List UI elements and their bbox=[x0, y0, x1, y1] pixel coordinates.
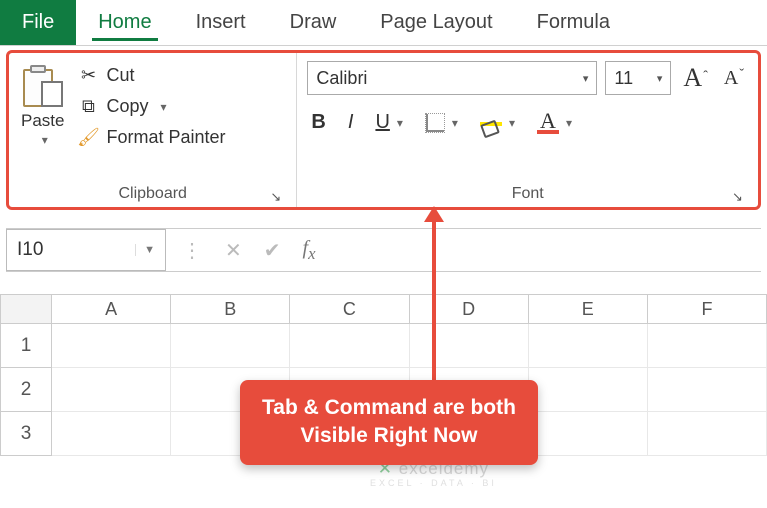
ribbon-highlight: Paste ▾ ✂ Cut ⧉ Copy ▾ 🖌 Format Painter bbox=[6, 50, 761, 210]
row-header[interactable]: 3 bbox=[0, 412, 52, 456]
column-header[interactable]: C bbox=[290, 294, 409, 324]
cell[interactable] bbox=[529, 412, 648, 456]
group-label: Clipboard bbox=[118, 185, 186, 203]
tab-home[interactable]: Home bbox=[76, 0, 173, 45]
scissors-icon: ✂ bbox=[78, 65, 98, 86]
name-box-value: I10 bbox=[17, 239, 43, 261]
cell[interactable] bbox=[52, 368, 171, 412]
row-header[interactable]: 2 bbox=[0, 368, 52, 412]
row-header[interactable]: 1 bbox=[0, 324, 52, 368]
insert-function-button[interactable]: fx bbox=[303, 237, 316, 264]
dialog-launcher-icon[interactable]: ↘ bbox=[270, 189, 286, 205]
letter-a-icon: A bbox=[724, 67, 738, 90]
annotation-callout: Tab & Command are both Visible Right Now bbox=[240, 380, 538, 465]
callout-line: Visible Right Now bbox=[262, 422, 516, 450]
drag-handle-icon: ⋮ bbox=[182, 238, 203, 263]
caret-up-icon: ˆ bbox=[703, 69, 708, 85]
ribbon-tabs: File Home Insert Draw Page Layout Formul… bbox=[0, 0, 767, 46]
borders-button[interactable]: ▾ bbox=[421, 111, 462, 135]
group-font: Calibri ▾ 11 ▾ Aˆ Aˇ B I U ▾ bbox=[296, 53, 758, 207]
watermark-sub: EXCEL · DATA · BI bbox=[370, 479, 497, 489]
fill-color-button[interactable]: ▾ bbox=[476, 114, 519, 132]
chevron-down-icon: ▾ bbox=[562, 116, 572, 130]
tab-draw[interactable]: Draw bbox=[268, 0, 359, 45]
copy-label: Copy bbox=[106, 96, 148, 117]
chevron-down-icon: ▾ bbox=[393, 116, 403, 130]
copy-button[interactable]: ⧉ Copy ▾ bbox=[78, 96, 225, 117]
font-size-value: 11 bbox=[614, 68, 633, 89]
italic-icon: I bbox=[348, 111, 354, 134]
cell[interactable] bbox=[529, 324, 648, 368]
callout-line: Tab & Command are both bbox=[262, 394, 516, 422]
select-all-corner[interactable] bbox=[0, 294, 52, 324]
font-color-button[interactable]: A ▾ bbox=[533, 110, 576, 136]
cut-button[interactable]: ✂ Cut bbox=[78, 65, 225, 86]
cell[interactable] bbox=[648, 368, 767, 412]
column-header[interactable]: B bbox=[171, 294, 290, 324]
chevron-down-icon: ▾ bbox=[448, 116, 458, 130]
column-header[interactable]: A bbox=[52, 294, 171, 324]
paste-icon bbox=[23, 65, 63, 109]
decrease-font-button[interactable]: Aˇ bbox=[720, 67, 748, 90]
cell[interactable] bbox=[648, 324, 767, 368]
annotation-arrow bbox=[432, 208, 436, 384]
tab-formula[interactable]: Formula bbox=[515, 0, 632, 45]
chevron-down-icon: ▾ bbox=[38, 133, 48, 147]
underline-button[interactable]: U ▾ bbox=[371, 109, 406, 136]
tab-insert[interactable]: Insert bbox=[174, 0, 268, 45]
bold-button[interactable]: B bbox=[307, 109, 329, 136]
cell[interactable] bbox=[648, 412, 767, 456]
border-icon bbox=[425, 113, 445, 133]
group-clipboard: Paste ▾ ✂ Cut ⧉ Copy ▾ 🖌 Format Painter bbox=[9, 53, 296, 207]
caret-down-icon: ˇ bbox=[739, 67, 744, 83]
format-painter-label: Format Painter bbox=[106, 127, 225, 148]
letter-a-icon: A bbox=[683, 63, 702, 93]
font-name-value: Calibri bbox=[316, 68, 367, 89]
column-header[interactable]: E bbox=[529, 294, 648, 324]
chevron-down-icon: ▾ bbox=[575, 72, 589, 85]
font-color-icon: A bbox=[537, 112, 559, 134]
formula-bar: I10 ▼ ⋮ ✕ ✔ fx bbox=[6, 228, 761, 272]
paintbrush-icon: 🖌 bbox=[78, 127, 98, 148]
bucket-icon bbox=[480, 120, 502, 126]
cell[interactable] bbox=[171, 324, 290, 368]
font-name-combo[interactable]: Calibri ▾ bbox=[307, 61, 597, 95]
paste-button[interactable]: Paste ▾ bbox=[19, 61, 66, 151]
bold-icon: B bbox=[311, 111, 325, 134]
chevron-down-icon: ▾ bbox=[157, 100, 167, 114]
group-label: Font bbox=[512, 185, 544, 203]
format-painter-button[interactable]: 🖌 Format Painter bbox=[78, 127, 225, 148]
copy-icon: ⧉ bbox=[78, 96, 98, 117]
tab-file[interactable]: File bbox=[0, 0, 76, 45]
column-header[interactable]: D bbox=[410, 294, 529, 324]
name-box[interactable]: I10 ▼ bbox=[6, 229, 166, 271]
font-size-combo[interactable]: 11 ▾ bbox=[605, 61, 671, 95]
increase-font-button[interactable]: Aˆ bbox=[679, 63, 711, 93]
cell[interactable] bbox=[410, 324, 529, 368]
column-header[interactable]: F bbox=[648, 294, 767, 324]
chevron-down-icon: ▾ bbox=[505, 116, 515, 130]
dialog-launcher-icon[interactable]: ↘ bbox=[732, 189, 748, 205]
cell[interactable] bbox=[52, 412, 171, 456]
cell[interactable] bbox=[52, 324, 171, 368]
accept-formula-icon[interactable]: ✔ bbox=[264, 238, 281, 263]
chevron-down-icon: ▾ bbox=[649, 72, 663, 85]
cut-label: Cut bbox=[106, 65, 134, 86]
cell[interactable] bbox=[529, 368, 648, 412]
tab-page-layout[interactable]: Page Layout bbox=[358, 0, 514, 45]
underline-icon: U bbox=[375, 111, 389, 134]
paste-label: Paste bbox=[21, 111, 64, 131]
chevron-down-icon: ▼ bbox=[135, 244, 155, 256]
italic-button[interactable]: I bbox=[344, 109, 358, 136]
cancel-formula-icon[interactable]: ✕ bbox=[225, 238, 242, 263]
cell[interactable] bbox=[290, 324, 409, 368]
